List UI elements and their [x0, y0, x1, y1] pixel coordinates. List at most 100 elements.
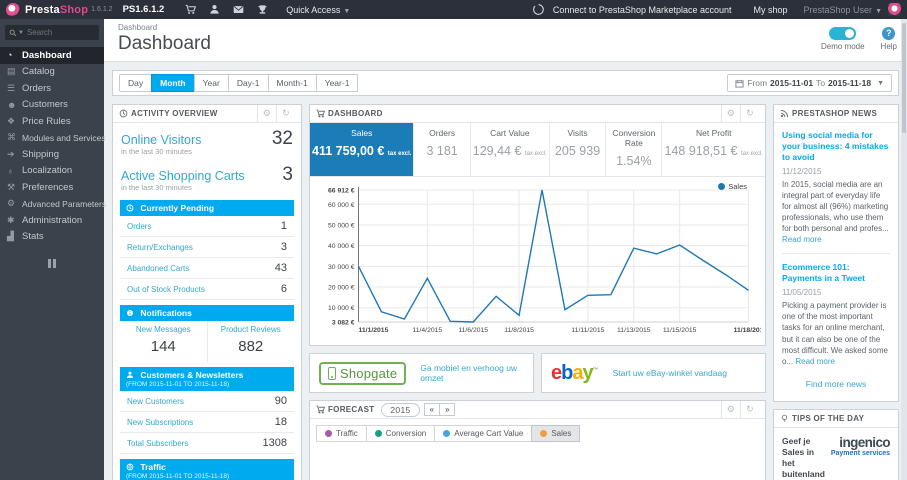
sidebar-collapse-button[interactable]: [47, 259, 57, 268]
user-avatar[interactable]: [888, 3, 901, 16]
forecast-next-button[interactable]: »: [438, 403, 456, 416]
dashboard-icon: ◔: [7, 50, 13, 61]
news-article: Using social media for your business: 4 …: [782, 130, 890, 245]
sidebar-item-shipping[interactable]: ➔ Shipping: [0, 146, 104, 163]
forecast-prev-button[interactable]: «: [423, 403, 440, 416]
calendar-icon: [735, 79, 744, 88]
sidebar-item-dashboard[interactable]: ◔ Dashboard: [0, 47, 104, 64]
news-article: Ecommerce 101: Payments in a Tweet 11/05…: [782, 253, 890, 366]
filter-year-1-button[interactable]: Year-1: [315, 74, 359, 92]
forecast-avg-cart-value-toggle[interactable]: Average Cart Value: [434, 425, 533, 442]
sales-chart: 3 082 € 10 000 € 20 000 € 30 000 € 40 000 € 5…: [310, 177, 765, 345]
trophy-icon[interactable]: [250, 4, 274, 15]
demo-mode-toggle[interactable]: [829, 27, 857, 40]
breadcrumb[interactable]: Dashboard: [118, 23, 893, 32]
customers-icon: ☻: [7, 99, 17, 110]
sidebar-search[interactable]: ▼: [5, 25, 99, 40]
shipping-icon: ➔: [7, 148, 15, 159]
read-more-link[interactable]: Read more: [782, 235, 822, 244]
filter-day-button[interactable]: Day: [119, 74, 153, 92]
forecast-sales-toggle[interactable]: Sales: [531, 425, 581, 442]
price-rules-icon: ❖: [7, 115, 16, 126]
sidebar-item-catalog[interactable]: ▤ Catalog: [0, 64, 104, 81]
forecast-conversion-toggle[interactable]: Conversion: [365, 425, 436, 442]
demo-mode-control[interactable]: Demo mode: [821, 27, 865, 51]
article-title-link[interactable]: Using social media for your business: 4 …: [782, 130, 890, 163]
date-range-picker[interactable]: From 2015-11-01 To 2015-11-18 ▼: [727, 74, 892, 92]
filter-month-1-button[interactable]: Month-1: [267, 74, 317, 92]
sidebar-item-orders[interactable]: ☰ Orders: [0, 80, 104, 97]
kpi-sales[interactable]: Sales 411 759,00 € tax excl.: [310, 123, 414, 176]
search-input[interactable]: [26, 28, 91, 37]
connect-marketplace-link[interactable]: Connect to PrestaShop Marketplace accoun…: [553, 5, 732, 15]
sidebar-item-customers[interactable]: ☻ Customers: [0, 97, 104, 114]
scrollbar[interactable]: [901, 19, 907, 480]
panel-settings-icon[interactable]: ⚙: [720, 105, 740, 122]
online-visitors-link[interactable]: Online Visitors: [121, 133, 201, 147]
sidebar-item-administration[interactable]: ✱ Administration: [0, 212, 104, 229]
kpi-visits[interactable]: Visits 205 939: [548, 123, 605, 176]
help-control[interactable]: ? Help: [881, 27, 897, 51]
panel-refresh-icon[interactable]: ↻: [740, 105, 759, 122]
forecast-traffic-toggle[interactable]: Traffic: [316, 425, 367, 442]
panel-settings-icon[interactable]: ⚙: [720, 401, 740, 418]
kpi-row: Sales 411 759,00 € tax excl. Orders 3 181 …: [310, 123, 765, 177]
sidebar-item-localization[interactable]: ♁ Localization: [0, 163, 104, 180]
pending-returns-row: Return/Exchanges 3: [120, 237, 294, 258]
search-scope-caret[interactable]: ▼: [18, 30, 24, 36]
sidebar-item-price-rules[interactable]: ❖ Price Rules: [0, 113, 104, 130]
forecast-metric-toggles: Traffic Conversion Average Cart Value Sa…: [310, 419, 765, 448]
mail-icon[interactable]: [226, 4, 250, 15]
scrollbar-thumb[interactable]: [902, 23, 906, 133]
sidebar-item-preferences[interactable]: ⚒ Preferences: [0, 179, 104, 196]
sidebar-item-advanced-parameters[interactable]: ⚙ Advanced Parameters: [0, 196, 106, 213]
read-more-link[interactable]: Read more: [795, 357, 835, 366]
svg-text:11/6/2015: 11/6/2015: [458, 327, 488, 334]
my-shop-link[interactable]: My shop: [754, 5, 788, 15]
svg-text:11/11/2015: 11/11/2015: [571, 327, 604, 334]
sidebar-item-modules[interactable]: ⌘ Modules and Services: [0, 130, 106, 147]
ebay-logo: ebay™: [551, 362, 599, 384]
pending-clock-icon: [126, 204, 134, 212]
modules-icon: ⌘: [7, 132, 16, 143]
shop-name[interactable]: PS1.6.1.2: [123, 4, 165, 15]
article-title-link[interactable]: Ecommerce 101: Payments in a Tweet: [782, 262, 890, 284]
active-carts-link[interactable]: Active Shopping Carts: [121, 169, 245, 183]
new-customers-row: New Customers 90: [120, 391, 294, 412]
svg-text:30 000 €: 30 000 €: [328, 264, 355, 271]
user-icon[interactable]: [202, 4, 226, 15]
article-date: 11/05/2015: [782, 288, 822, 298]
quick-access-menu[interactable]: Quick Access ▼: [286, 5, 350, 15]
sidebar-item-stats[interactable]: ▟ Stats: [0, 229, 104, 246]
kpi-cart-value[interactable]: Cart Value 129,44 € tax excl.: [469, 123, 549, 176]
filter-month-button[interactable]: Month: [151, 74, 195, 92]
help-icon[interactable]: ?: [882, 27, 896, 40]
active-carts-value: 3: [282, 164, 293, 185]
legend-dot-icon: [718, 183, 726, 190]
filter-year-button[interactable]: Year: [193, 74, 229, 92]
ebay-module: ebay™ Start uw eBay-winkel vandaag: [541, 353, 766, 393]
svg-text:11/8/2015: 11/8/2015: [504, 327, 534, 334]
kpi-conversion-rate[interactable]: Conversion Rate 1.54%: [605, 123, 661, 176]
cart-icon[interactable]: [178, 4, 202, 15]
panel-title: ACTIVITY OVERVIEW: [131, 109, 218, 118]
svg-text:11/15/2015: 11/15/2015: [663, 327, 697, 334]
ebay-link[interactable]: Start uw eBay-winkel vandaag: [613, 368, 727, 378]
find-more-news-link[interactable]: Find more news: [782, 367, 890, 399]
shopgate-link[interactable]: Ga mobiel en verhoog uw omzet: [420, 363, 524, 383]
kpi-orders[interactable]: Orders 3 181: [413, 123, 469, 176]
panel-refresh-icon[interactable]: ↻: [276, 105, 295, 122]
chart-legend[interactable]: Sales: [718, 182, 747, 191]
notifications-grid: New Messages 144 Product Reviews 882: [120, 321, 294, 362]
sales-line-chart[interactable]: 3 082 € 10 000 € 20 000 € 30 000 € 40 000 € 5…: [312, 180, 764, 340]
prestashop-news-panel: PRESTASHOP NEWS Using social media for y…: [773, 104, 899, 402]
user-menu[interactable]: PrestaShop User ▼: [804, 5, 882, 15]
panel-refresh-icon[interactable]: ↻: [740, 401, 759, 418]
dashboard-cart-icon: [316, 109, 325, 118]
panel-settings-icon[interactable]: ⚙: [256, 105, 276, 122]
article-date: 11/12/2015: [782, 167, 822, 177]
filter-day-1-button[interactable]: Day-1: [227, 74, 269, 92]
kpi-net-profit[interactable]: Net Profit 148 918,51 € tax excl.: [661, 123, 765, 176]
pending-abandoned-carts-row: Abandoned Carts 43: [120, 258, 294, 279]
panel-title: PRESTASHOP NEWS: [792, 109, 878, 118]
